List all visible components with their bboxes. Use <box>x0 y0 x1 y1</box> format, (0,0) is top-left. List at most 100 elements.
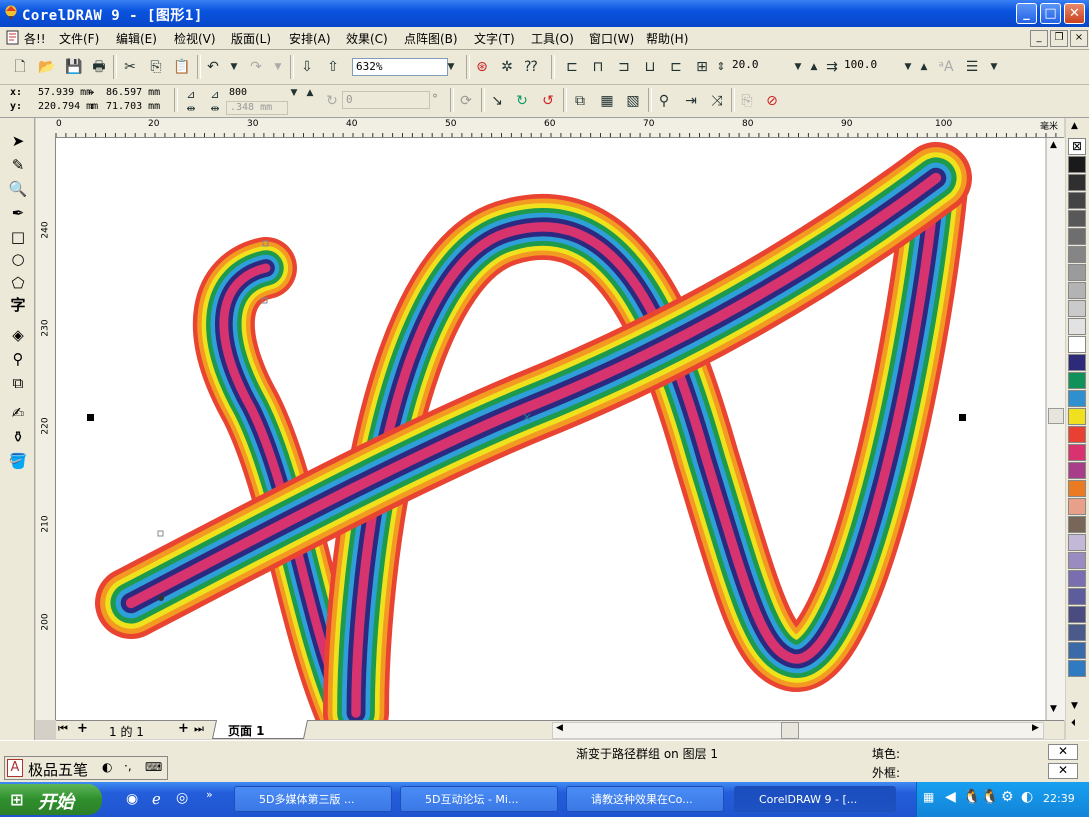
add-page-before-icon[interactable]: + <box>77 721 88 736</box>
path-properties-icon[interactable]: ⇥ <box>681 91 701 111</box>
quicklaunch-ie-icon[interactable]: ℯ <box>152 790 161 808</box>
menu-item-arrange[interactable]: 安排(A) <box>289 30 331 47</box>
export-icon[interactable]: ⇧ <box>323 57 343 77</box>
save-icon[interactable]: 💾 <box>64 57 84 77</box>
distribute-icon[interactable]: ⊞ <box>692 57 712 77</box>
copy-blend-icon[interactable]: ⎘ <box>737 91 757 111</box>
direct-blend-icon[interactable]: ↘ <box>487 91 507 111</box>
mdi-minimize-button[interactable]: _ <box>1030 30 1048 47</box>
paragraph-dropdown-icon[interactable]: ▼ <box>984 57 1004 77</box>
snap-icon[interactable]: ⊛ <box>472 57 492 77</box>
import-icon[interactable]: ⇩ <box>297 57 317 77</box>
outline-swatch-none-icon[interactable]: ✕ <box>1048 763 1078 779</box>
scroll-thumb[interactable] <box>1048 408 1064 424</box>
width-up-icon[interactable]: ▲ <box>804 57 824 77</box>
zoom-level-field[interactable]: 632% <box>352 58 448 76</box>
counterclockwise-blend-icon[interactable]: ↺ <box>538 91 558 111</box>
last-page-icon[interactable]: ⏭ <box>194 722 204 736</box>
scroll-up-icon[interactable]: ▲ <box>1050 140 1057 150</box>
mdi-restore-button[interactable]: ❐ <box>1050 30 1068 47</box>
taskbar-item[interactable]: 5D多媒体第三版 ... <box>234 786 392 812</box>
color-swatch[interactable] <box>1068 174 1086 191</box>
color-swatch[interactable] <box>1068 390 1086 407</box>
page-tab-label[interactable]: 页面 1 <box>228 722 265 739</box>
outline-tool-icon[interactable]: ⚱ <box>7 426 29 448</box>
eyedropper-tool-icon[interactable]: ⚲ <box>7 348 29 370</box>
color-swatch[interactable] <box>1068 192 1086 209</box>
start-button[interactable]: ⊞ 开始 <box>0 784 102 815</box>
tray-qq-icon[interactable]: 🐧 <box>981 789 998 805</box>
open-icon[interactable]: 📂 <box>37 57 57 77</box>
ellipse-tool-icon[interactable]: ○ <box>7 248 29 270</box>
blend-tool-icon[interactable]: ⧉ <box>7 372 29 394</box>
first-page-icon[interactable]: ⏮ <box>58 722 68 736</box>
vertical-ruler[interactable]: 240 230 220 210 200 <box>36 137 56 720</box>
menu-item-effects[interactable]: 效果(C) <box>346 30 388 47</box>
center-marker-icon[interactable]: × <box>522 410 532 424</box>
scroll-left-icon[interactable]: ◀ <box>556 723 563 733</box>
color-swatch[interactable] <box>1068 552 1086 569</box>
object-acceleration-icon[interactable]: ⧉ <box>570 91 590 111</box>
hscroll-thumb[interactable] <box>781 722 799 739</box>
height-up-icon[interactable]: ▲ <box>914 57 934 77</box>
object-height-field[interactable]: 71.703 mm <box>106 101 160 112</box>
menu-item-view[interactable]: 检视(V) <box>174 30 216 47</box>
taskbar-item[interactable]: 5D互动论坛 - Mi... <box>400 786 558 812</box>
horizontal-ruler[interactable]: 0 20 30 40 50 60 70 80 90 100 毫米 <box>36 118 1064 138</box>
copy-icon[interactable]: ⎘ <box>146 57 166 77</box>
clear-blend-icon[interactable]: ⊘ <box>762 91 782 111</box>
blend-start-point[interactable] <box>158 595 164 601</box>
mdi-close-button[interactable]: × <box>1070 30 1088 47</box>
selection-handle[interactable] <box>87 414 94 421</box>
redo-dropdown-icon[interactable]: ▼ <box>268 57 288 77</box>
help-pointer-icon[interactable]: ⁇ <box>521 57 541 77</box>
tray-network-icon[interactable]: ⚙ <box>1001 789 1014 805</box>
blend-steps-field[interactable]: 800 <box>226 87 288 101</box>
color-swatch[interactable] <box>1068 516 1086 533</box>
blend-offset-field[interactable]: .348 mm <box>226 101 288 115</box>
rectangle-tool-icon[interactable]: □ <box>7 226 29 248</box>
print-icon[interactable]: 🖶 <box>89 57 109 77</box>
fill-swatch-none-icon[interactable]: ✕ <box>1048 744 1078 760</box>
color-swatch[interactable] <box>1068 372 1086 389</box>
tray-collapse-icon[interactable]: ◀ <box>945 789 956 805</box>
color-swatch[interactable] <box>1068 426 1086 443</box>
node-marker[interactable] <box>157 530 164 537</box>
menu-item-edit[interactable]: 编辑(E) <box>116 30 157 47</box>
color-swatch[interactable] <box>1068 642 1086 659</box>
color-swatch[interactable] <box>1068 570 1086 587</box>
color-swatch[interactable] <box>1068 156 1086 173</box>
menu-item-help[interactable]: 帮助(H) <box>646 30 688 47</box>
ime-keyboard-icon[interactable]: ⌨ <box>145 760 162 774</box>
color-swatch[interactable] <box>1068 606 1086 623</box>
width-value-field[interactable]: 20.0 <box>729 57 791 75</box>
menu-item-text[interactable]: 文字(T) <box>474 30 515 47</box>
align-top-icon[interactable]: ⊔ <box>640 57 660 77</box>
color-swatch[interactable] <box>1068 480 1086 497</box>
rainbow-blend-artwork[interactable]: × <box>56 138 1045 720</box>
close-button[interactable]: ✕ <box>1064 3 1085 24</box>
menu-item-tools[interactable]: 工具(O) <box>531 30 574 47</box>
color-swatch[interactable] <box>1068 588 1086 605</box>
color-swatch[interactable] <box>1068 264 1086 281</box>
quicklaunch-browser-icon[interactable]: ◎ <box>176 790 188 806</box>
tray-qq-icon[interactable]: 🐧 <box>963 789 980 805</box>
color-swatch[interactable] <box>1068 354 1086 371</box>
menu-item-layout[interactable]: 版面(L) <box>231 30 271 47</box>
quicklaunch-more-icon[interactable]: » <box>206 788 213 801</box>
menu-item-bitmaps[interactable]: 点阵图(B) <box>404 30 458 47</box>
align-left-icon[interactable]: ⊏ <box>562 57 582 77</box>
tray-volume-icon[interactable]: ◐ <box>1021 789 1033 805</box>
start-end-icon[interactable]: ⚲ <box>654 91 674 111</box>
freehand-tool-icon[interactable]: ✒ <box>7 202 29 224</box>
pen-tool-icon[interactable]: ✍ <box>7 402 29 424</box>
color-swatch[interactable] <box>1068 246 1086 263</box>
blend-angle-field[interactable]: 0 <box>342 91 430 109</box>
polygon-tool-icon[interactable]: ⬠ <box>7 272 29 294</box>
x-position-field[interactable]: 57.939 mm <box>38 87 92 98</box>
color-swatch[interactable] <box>1068 282 1086 299</box>
ime-moon-icon[interactable]: ◐ <box>102 760 112 774</box>
redo-icon[interactable]: ↷ <box>246 57 266 77</box>
taskbar-item-active[interactable]: CorelDRAW 9 - [... <box>734 786 896 812</box>
blend-direction-icon[interactable]: ↻ <box>322 91 342 111</box>
